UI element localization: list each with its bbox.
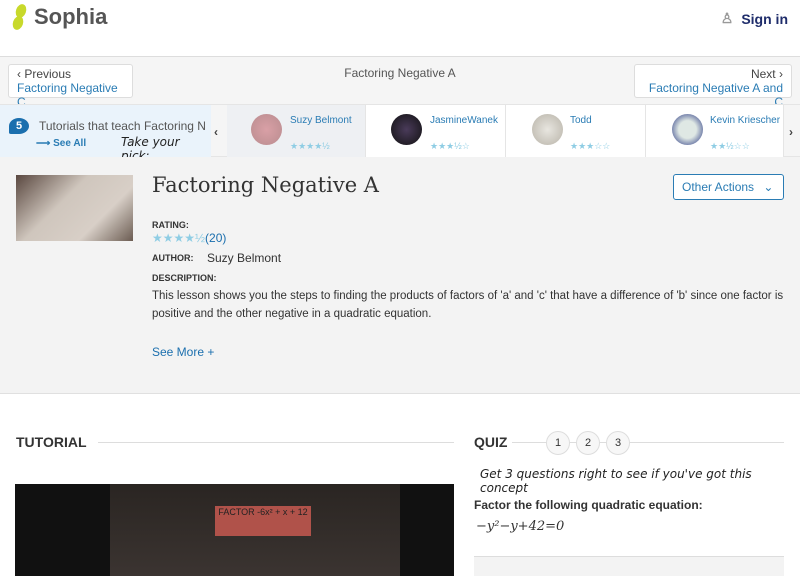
tutorial-card[interactable]: JasmineWanek ★★★½☆ [366, 105, 506, 157]
card-rating-stars: ★★★½☆ [430, 141, 470, 151]
divider [98, 442, 454, 443]
sophia-logo[interactable]: Sophia [10, 2, 108, 32]
see-all-link[interactable]: ⟶ See All [36, 138, 86, 149]
sign-in-button[interactable]: ♙ Sign in [721, 10, 788, 27]
rating-count[interactable]: (20) [205, 231, 226, 245]
tutorial-thumbnail [16, 175, 133, 241]
prev-label: Previous [24, 67, 72, 81]
tutorial-card[interactable]: Suzy Belmont ★★★★½ [227, 105, 366, 157]
quiz-prompt: Get 3 questions right to see if you've g… [480, 467, 752, 495]
quiz-equation: −y²−y+42=0 [476, 519, 565, 534]
other-actions-label: Other Actions [682, 180, 755, 194]
logo-mark-icon [10, 2, 30, 32]
quiz-step-2[interactable]: 2 [576, 431, 600, 455]
video-frame-text: FACTOR -6x² + x + 12 [215, 506, 311, 536]
user-icon: ♙ [720, 10, 734, 26]
author-avatar [391, 114, 422, 145]
rating-label: RATING: [152, 220, 189, 230]
carousel-heading: Tutorials that teach Factoring Negative … [39, 119, 205, 133]
count-badge: 5 [9, 118, 29, 134]
rating: ★★★★½(20) [152, 231, 226, 245]
quiz-step-3[interactable]: 3 [606, 431, 630, 455]
tutorial-details: Factoring Negative A Other Actions ⌄ RAT… [0, 157, 800, 394]
tutorial-navigation: Factoring Negative A ‹ Previous Factorin… [0, 57, 800, 109]
quiz-question: Factor the following quadratic equation: [474, 498, 703, 512]
logo-text: Sophia [34, 4, 108, 29]
tutorial-card[interactable]: Kevin Kriescher ★★½☆☆ [646, 105, 784, 157]
card-author: Suzy Belmont [290, 115, 352, 126]
see-more-link[interactable]: See More + [152, 345, 214, 359]
author-label: AUTHOR: [152, 253, 194, 263]
tutorial-count-panel: 5 Tutorials that teach Factoring Negativ… [0, 105, 211, 163]
tutorial-carousel: 5 Tutorials that teach Factoring Negativ… [0, 104, 800, 163]
chevron-down-icon: ⌄ [763, 180, 774, 194]
see-all-label: See All [53, 138, 87, 149]
sign-in-label: Sign in [741, 10, 788, 27]
card-author: JasmineWanek [430, 115, 498, 126]
author-avatar [532, 114, 563, 145]
card-author: Todd [570, 115, 592, 126]
carousel-next-arrow[interactable]: › [789, 125, 793, 139]
carousel-prev-arrow[interactable]: ‹ [214, 125, 218, 139]
quiz-step-1[interactable]: 1 [546, 431, 570, 455]
quiz-answer-area[interactable] [474, 556, 784, 576]
next-button[interactable]: Next › Factoring Negative A and C [634, 64, 792, 109]
card-author: Kevin Kriescher [710, 115, 781, 126]
tutorial-heading: TUTORIAL [16, 434, 87, 450]
chevron-right-icon: › [779, 67, 783, 81]
quiz-heading: QUIZ [474, 434, 508, 450]
site-header: Sophia ♙ Sign in [0, 0, 800, 57]
page-title: Factoring Negative A [152, 173, 379, 197]
card-rating-stars: ★★½☆☆ [710, 141, 750, 151]
previous-button[interactable]: ‹ Previous Factoring Negative C [8, 64, 133, 109]
card-rating-stars: ★★★★½ [290, 141, 330, 151]
author-avatar [672, 114, 703, 145]
tutorial-card[interactable]: Todd ★★★☆☆ [506, 105, 646, 157]
author-name: Suzy Belmont [207, 251, 282, 265]
card-rating-stars: ★★★☆☆ [570, 141, 611, 151]
next-label: Next [750, 67, 776, 81]
tutorial-video[interactable]: FACTOR -6x² + x + 12 [15, 484, 454, 576]
chevron-left-icon: ‹ [17, 67, 21, 81]
author-avatar [251, 114, 282, 145]
description-text: This lesson shows you the steps to findi… [152, 290, 784, 320]
rating-stars: ★★★★½ [152, 231, 206, 245]
description-label: DESCRIPTION: [152, 273, 217, 283]
other-actions-button[interactable]: Other Actions ⌄ [673, 174, 784, 200]
arrow-right-icon: ⟶ [36, 138, 51, 149]
